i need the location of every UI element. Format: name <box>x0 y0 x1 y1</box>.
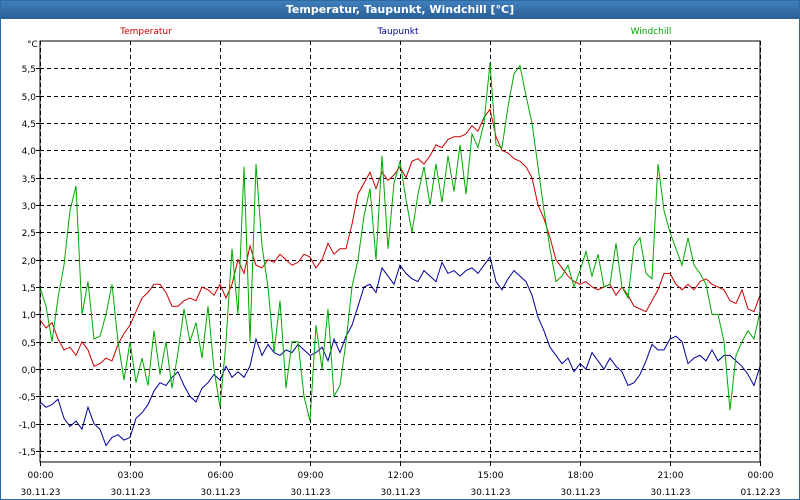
legend: Temperatur Taupunkt Windchill <box>119 27 671 37</box>
y-tick-label: -1,5 <box>18 448 36 458</box>
x-tick-time-label: 00:00 <box>748 471 774 481</box>
x-tick-date-label: 30.11.23 <box>200 488 240 498</box>
y-tick-label: -0,5 <box>18 393 36 403</box>
x-tick-date-label: 30.11.23 <box>650 488 690 498</box>
x-tick-date-label: 01.12.23 <box>740 488 780 498</box>
window-title: Temperatur, Taupunkt, Windchill [°C] <box>1 1 799 19</box>
chart-window: Temperatur, Taupunkt, Windchill [°C] -1,… <box>0 0 800 500</box>
y-axis-unit: °C <box>27 40 38 50</box>
y-tick-label: 5,0 <box>22 93 37 103</box>
legend-taupunkt: Taupunkt <box>376 27 419 37</box>
x-tick-time-label: 03:00 <box>118 471 144 481</box>
x-tick-time-label: 06:00 <box>208 471 234 481</box>
y-tick-label: 1,0 <box>22 311 37 321</box>
legend-temperatur: Temperatur <box>119 27 172 37</box>
y-tick-label: 1,5 <box>22 284 36 294</box>
x-tick-time-label: 09:00 <box>298 471 324 481</box>
x-tick-time-label: 00:00 <box>28 471 54 481</box>
x-tick-time-label: 15:00 <box>478 471 504 481</box>
y-tick-label: 0,0 <box>22 366 37 376</box>
y-tick-label: 2,5 <box>22 229 36 239</box>
x-tick-date-label: 30.11.23 <box>380 488 420 498</box>
x-tick-date-label: 30.11.23 <box>560 488 600 498</box>
line-chart: -1,5 -1,0 -0,5 0,0 0,5 1,0 1,5 2,0 2,5 3,0 3,5 4,0 4… <box>18 27 780 498</box>
y-tick-label: 3,5 <box>22 175 36 185</box>
x-tick-date-label: 30.11.23 <box>290 488 330 498</box>
grid <box>40 41 761 462</box>
x-tick-date-label: 30.11.23 <box>20 488 60 498</box>
y-tick-label: 4,0 <box>22 147 37 157</box>
legend-windchill: Windchill <box>631 27 672 37</box>
x-tick-time-label: 21:00 <box>658 471 684 481</box>
y-tick-label: 0,5 <box>22 339 36 349</box>
y-tick-label: 2,0 <box>22 257 37 267</box>
series-line-windchill <box>39 62 761 422</box>
y-tick-label: 5,5 <box>22 65 36 75</box>
x-tick-time-label: 18:00 <box>568 471 594 481</box>
x-tick-time-label: 12:00 <box>388 471 414 481</box>
y-tick-label: -1,0 <box>18 421 36 431</box>
x-tick-date-label: 30.11.23 <box>110 488 150 498</box>
y-tick-label: 3,0 <box>22 202 37 212</box>
x-tick-date-label: 30.11.23 <box>470 488 510 498</box>
y-tick-label: 4,5 <box>22 120 36 130</box>
